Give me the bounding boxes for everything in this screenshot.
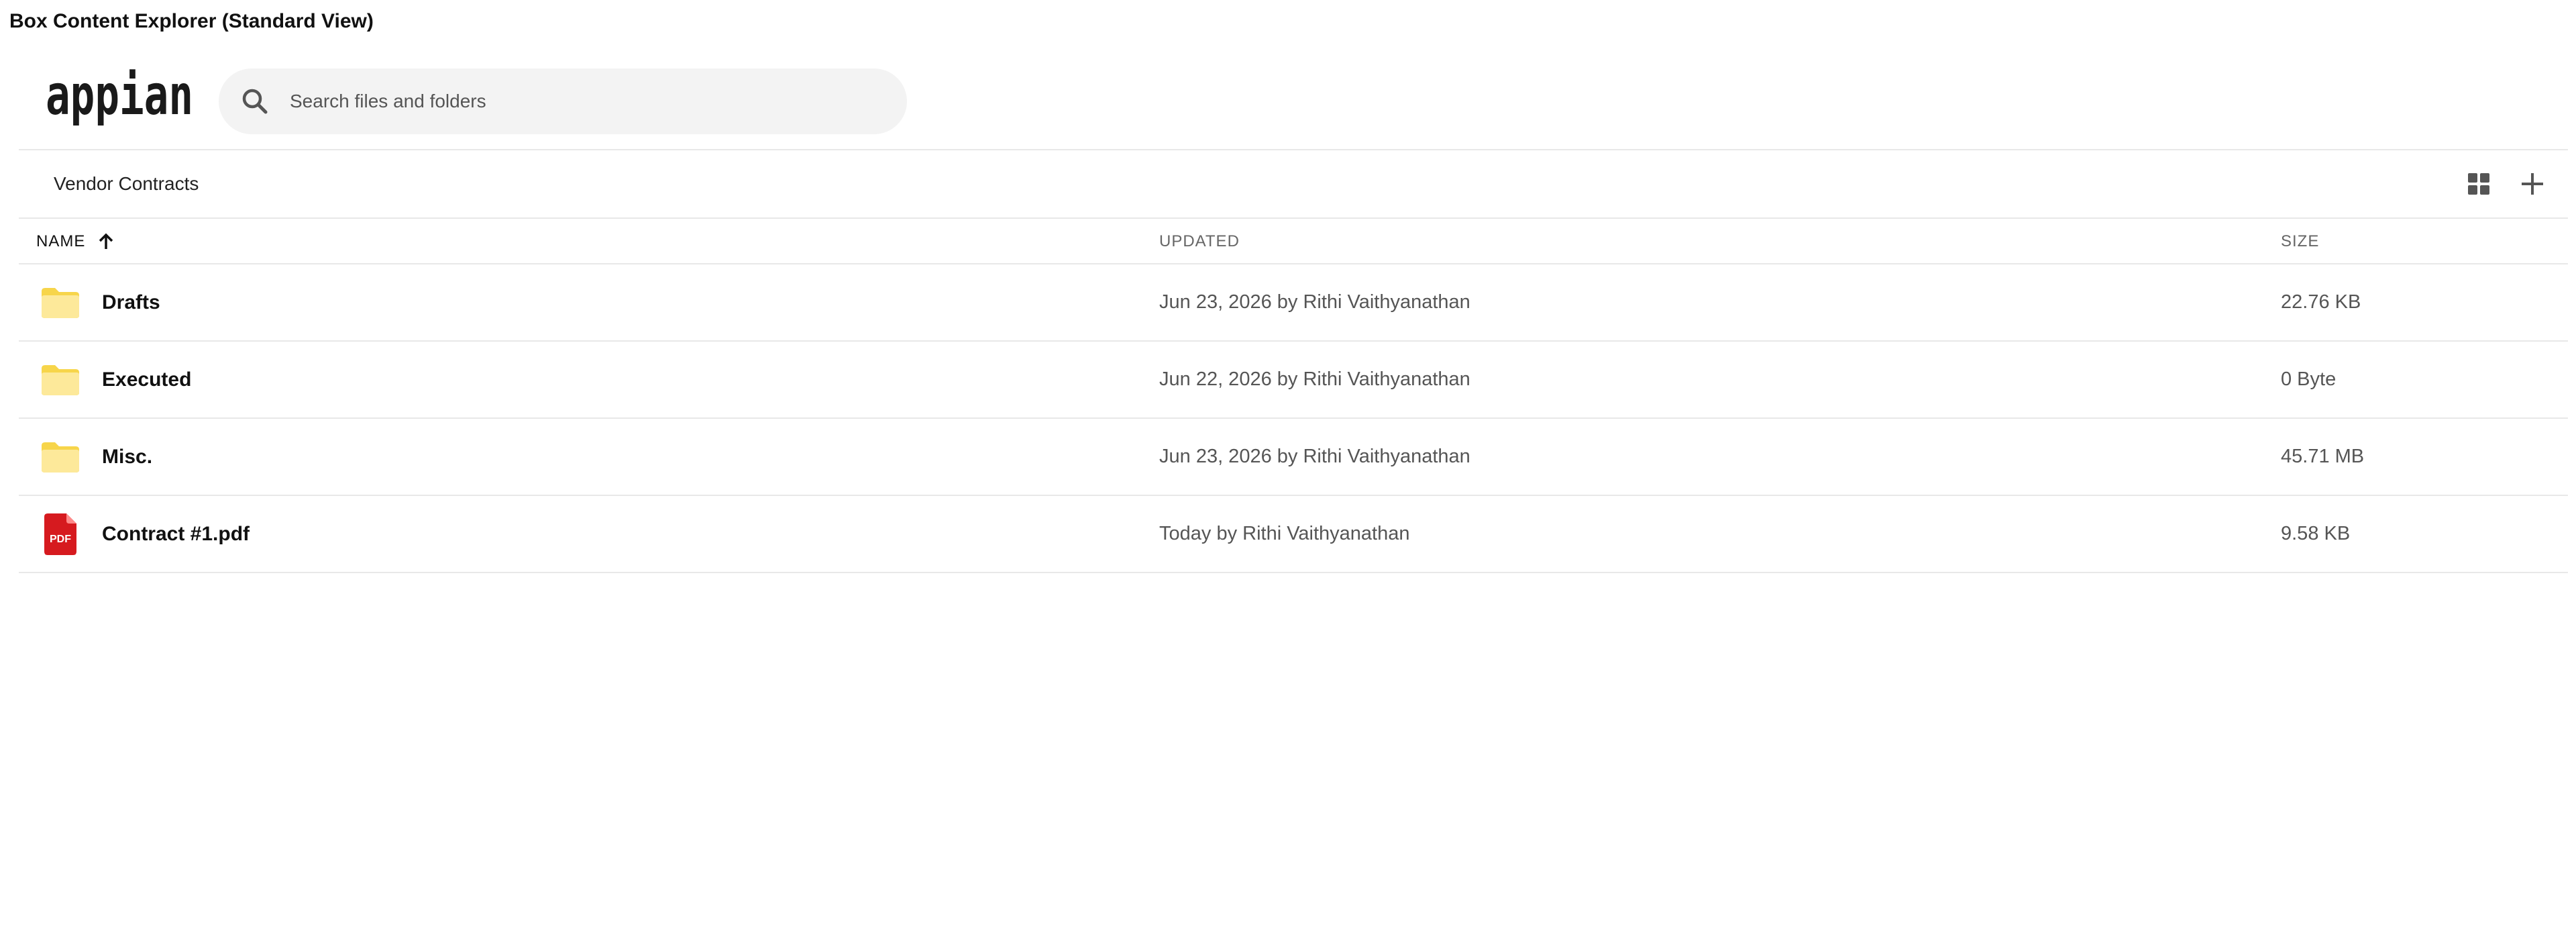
sort-ascending-icon	[99, 233, 113, 249]
row-icon-cell	[39, 419, 82, 495]
row-icon-cell	[39, 342, 82, 417]
appian-logo: appian	[46, 68, 197, 129]
breadcrumb-current-folder[interactable]: Vendor Contracts	[54, 173, 199, 195]
search-bar[interactable]	[219, 68, 907, 134]
row-icon-cell: PDF	[39, 496, 82, 572]
page-title: Box Content Explorer (Standard View)	[9, 10, 374, 32]
row-size: 9.58 KB	[2281, 523, 2351, 544]
content-explorer: appian Vendor Contracts	[19, 48, 2568, 573]
row-name[interactable]: Drafts	[102, 264, 160, 340]
table-row[interactable]: PDF Contract #1.pdf Today by Rithi Vaithya…	[19, 496, 2568, 573]
row-updated: Jun 23, 2026 by Rithi Vaithyanathan	[1159, 446, 1470, 467]
appian-logo-text: appian	[46, 68, 193, 128]
explorer-header: appian	[19, 48, 2568, 149]
row-name[interactable]: Misc.	[102, 419, 152, 495]
folder-icon	[42, 364, 79, 395]
row-size: 45.71 MB	[2281, 446, 2365, 467]
row-size: 0 Byte	[2281, 368, 2337, 390]
explorer-subheader: Vendor Contracts	[19, 149, 2568, 219]
table-row[interactable]: Executed Jun 22, 2026 by Rithi Vaithyanat…	[19, 342, 2568, 419]
row-name[interactable]: Contract #1.pdf	[102, 496, 250, 572]
column-header-name[interactable]: NAME	[36, 219, 115, 264]
grid-icon	[2468, 173, 2489, 195]
row-size: 22.76 KB	[2281, 291, 2361, 313]
add-button[interactable]	[2516, 167, 2549, 201]
table-row[interactable]: Misc. Jun 23, 2026 by Rithi Vaithyanathan…	[19, 419, 2568, 496]
row-updated: Today by Rithi Vaithyanathan	[1159, 523, 1410, 544]
column-header-updated[interactable]: UPDATED	[1159, 219, 1240, 264]
folder-icon	[42, 287, 79, 318]
row-updated: Jun 22, 2026 by Rithi Vaithyanathan	[1159, 368, 1470, 390]
search-icon	[240, 87, 270, 116]
row-updated: Jun 23, 2026 by Rithi Vaithyanathan	[1159, 291, 1470, 313]
folder-icon	[42, 442, 79, 473]
column-header-size[interactable]: SIZE	[2281, 219, 2319, 264]
column-header-name-label: NAME	[36, 232, 86, 250]
row-name[interactable]: Executed	[102, 342, 191, 417]
grid-view-button[interactable]	[2462, 167, 2496, 201]
subheader-actions	[2462, 150, 2568, 217]
table-row[interactable]: Drafts Jun 23, 2026 by Rithi Vaithyanatha…	[19, 264, 2568, 342]
search-input[interactable]	[288, 81, 839, 121]
pdf-file-icon: PDF	[44, 513, 76, 555]
table-body: Drafts Jun 23, 2026 by Rithi Vaithyanatha…	[19, 264, 2568, 573]
table-header: NAME UPDATED SIZE	[19, 219, 2568, 264]
row-icon-cell	[39, 264, 82, 340]
pdf-icon-label: PDF	[50, 534, 71, 545]
plus-icon	[2522, 173, 2543, 195]
